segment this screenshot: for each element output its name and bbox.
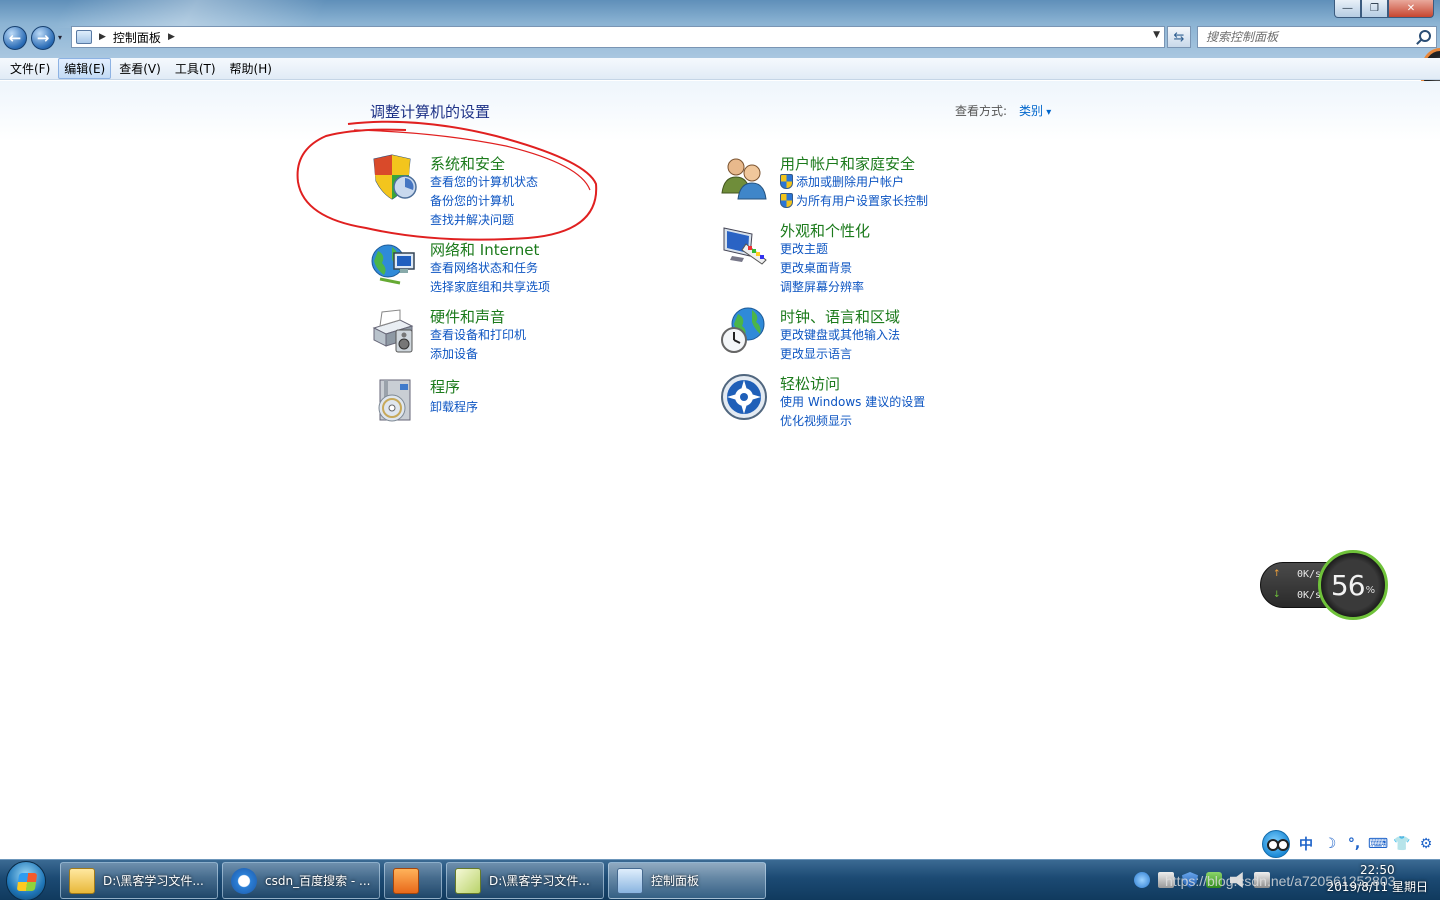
link-network-status[interactable]: 查看网络状态和任务	[430, 259, 538, 276]
link-recommended-settings[interactable]: 使用 Windows 建议的设置	[780, 393, 925, 410]
breadcrumb-control-panel[interactable]: 控制面板	[113, 29, 161, 46]
back-button[interactable]: ←	[3, 26, 27, 50]
menu-edit[interactable]: 编辑(E)	[58, 58, 112, 79]
link-devices-printers[interactable]: 查看设备和打印机	[430, 326, 526, 343]
link-change-keyboard[interactable]: 更改键盘或其他输入法	[780, 326, 900, 343]
folder-icon	[69, 867, 95, 894]
appearance-icon[interactable]	[720, 220, 768, 268]
control-panel-content: 调整计算机的设置 查看方式: 类别 系统和安全 查看您的计算机状态 备份您的计算…	[0, 81, 1440, 859]
ime-fullwidth-moon-icon[interactable]: ☽	[1318, 836, 1342, 852]
address-history-dropdown[interactable]: ▼	[1153, 30, 1160, 40]
category-title[interactable]: 轻松访问	[780, 373, 840, 394]
users-icon[interactable]	[720, 153, 768, 201]
taskbar-item-explorer-2[interactable]: D:\黑客学习文件...	[446, 862, 604, 899]
page-title: 调整计算机的设置	[370, 103, 491, 121]
category-title[interactable]: 外观和个性化	[780, 220, 870, 241]
taskbar-item-browser[interactable]: csdn_百度搜索 - ...	[222, 862, 380, 899]
view-by-label: 查看方式:	[955, 104, 1008, 118]
ime-skin-icon[interactable]: 👕	[1390, 836, 1414, 852]
printer-speaker-icon[interactable]	[370, 306, 418, 354]
titlebar-glare	[51, 0, 329, 28]
shield-icon[interactable]	[370, 153, 418, 201]
address-bar[interactable]: ▶ 控制面板 ▶ ▼	[71, 26, 1165, 48]
start-button[interactable]	[6, 861, 46, 900]
refresh-icon: ⇆	[1173, 29, 1185, 45]
link-add-remove-accounts[interactable]: 添加或删除用户帐户	[780, 173, 904, 190]
memory-percent-unit: %	[1365, 584, 1376, 596]
memory-percent: 56	[1330, 568, 1366, 602]
link-backup-computer[interactable]: 备份您的计算机	[430, 192, 514, 209]
category-title[interactable]: 时钟、语言和区域	[780, 306, 900, 327]
menu-tools[interactable]: 工具(T)	[169, 58, 222, 79]
view-by-dropdown[interactable]: 类别	[1019, 102, 1051, 119]
ime-keyboard-icon[interactable]: ⌨	[1366, 836, 1390, 852]
taskbar-item-label: D:\黑客学习文件...	[103, 874, 204, 888]
ime-mode-chinese[interactable]: 中	[1294, 834, 1318, 854]
link-change-display-language[interactable]: 更改显示语言	[780, 345, 852, 362]
ime-settings-gear-icon[interactable]: ⚙	[1414, 836, 1438, 852]
url-watermark: https://blog.csdn.net/a720561252803	[1165, 873, 1396, 889]
taskbar-item-media-player[interactable]	[384, 862, 442, 899]
memory-usage-dial: 56 %	[1318, 550, 1388, 620]
recent-pages-dropdown[interactable]: ▾	[58, 33, 62, 42]
link-change-theme[interactable]: 更改主题	[780, 240, 828, 257]
search-input[interactable]	[1206, 30, 1406, 44]
maximize-button[interactable]: ❐	[1361, 0, 1388, 18]
ease-of-access-icon[interactable]	[720, 373, 768, 421]
close-button[interactable]: ✕	[1388, 0, 1434, 18]
taskbar-item-label: 控制面板	[651, 874, 700, 888]
link-troubleshoot[interactable]: 查找并解决问题	[430, 211, 514, 228]
taskbar-item-explorer-1[interactable]: D:\黑客学习文件...	[60, 862, 218, 899]
link-uninstall-program[interactable]: 卸载程序	[430, 398, 478, 415]
taskbar-item-control-panel[interactable]: 控制面板	[608, 862, 766, 899]
link-view-computer-status[interactable]: 查看您的计算机状态	[430, 173, 538, 190]
search-icon[interactable]	[1419, 30, 1431, 42]
windows-logo-icon	[16, 873, 38, 891]
media-player-icon	[393, 867, 419, 894]
link-screen-resolution[interactable]: 调整屏幕分辨率	[780, 278, 864, 295]
link-homegroup-sharing[interactable]: 选择家庭组和共享选项	[430, 278, 550, 295]
control-panel-icon	[76, 30, 92, 44]
taskbar-item-label: csdn_百度搜索 - ...	[265, 874, 371, 888]
link-change-background[interactable]: 更改桌面背景	[780, 259, 852, 276]
window-titlebar: ― ❐ ✕ ← → ▾ ▶ 控制面板 ▶ ▼ ⇆	[0, 0, 1440, 58]
category-title[interactable]: 网络和 Internet	[430, 239, 539, 260]
notepad-chart-icon	[455, 867, 481, 894]
control-panel-icon	[617, 867, 643, 894]
search-box[interactable]	[1197, 26, 1437, 48]
arrow-left-icon: ←	[8, 29, 22, 47]
menu-help[interactable]: 帮助(H)	[224, 58, 278, 79]
category-title[interactable]: 程序	[430, 376, 460, 397]
minimize-button[interactable]: ―	[1334, 0, 1361, 18]
ie-browser-icon	[231, 867, 257, 894]
tray-app-icon[interactable]	[1134, 872, 1150, 888]
menu-bar: 文件(F) 编辑(E) 查看(V) 工具(T) 帮助(H)	[0, 58, 1440, 80]
breadcrumb-chevron-icon[interactable]: ▶	[99, 32, 106, 42]
breadcrumb-chevron-icon[interactable]: ▶	[168, 32, 175, 42]
forward-button[interactable]: →	[31, 26, 55, 50]
upload-arrow-icon: ↑	[1273, 569, 1281, 579]
clock-globe-icon[interactable]	[720, 306, 768, 354]
network-speed-gadget[interactable]: ↑ 0K/s ↓ 0K/s 56 %	[1260, 550, 1388, 620]
download-rate: 0K/s	[1297, 590, 1322, 601]
window-controls: ― ❐ ✕	[1334, 0, 1434, 18]
category-title[interactable]: 硬件和声音	[430, 306, 505, 327]
link-optimize-video[interactable]: 优化视频显示	[780, 412, 852, 429]
ime-toolbar: 中 ☽ °, ⌨ 👕 ⚙	[1262, 830, 1438, 858]
menu-view[interactable]: 查看(V)	[113, 58, 167, 79]
link-parental-controls[interactable]: 为所有用户设置家长控制	[780, 192, 928, 209]
taskbar-item-label: D:\黑客学习文件...	[489, 874, 590, 888]
programs-disc-icon[interactable]	[370, 376, 418, 424]
category-title[interactable]: 系统和安全	[430, 153, 505, 174]
link-add-device[interactable]: 添加设备	[430, 345, 478, 362]
network-globe-icon[interactable]	[370, 239, 418, 287]
download-arrow-icon: ↓	[1273, 590, 1281, 600]
ime-mascot-icon[interactable]	[1262, 830, 1290, 858]
menu-file[interactable]: 文件(F)	[4, 58, 56, 79]
category-title[interactable]: 用户帐户和家庭安全	[780, 153, 915, 174]
arrow-right-icon: →	[36, 29, 50, 47]
ime-punctuation-icon[interactable]: °,	[1342, 836, 1366, 852]
refresh-button[interactable]: ⇆	[1167, 26, 1191, 48]
